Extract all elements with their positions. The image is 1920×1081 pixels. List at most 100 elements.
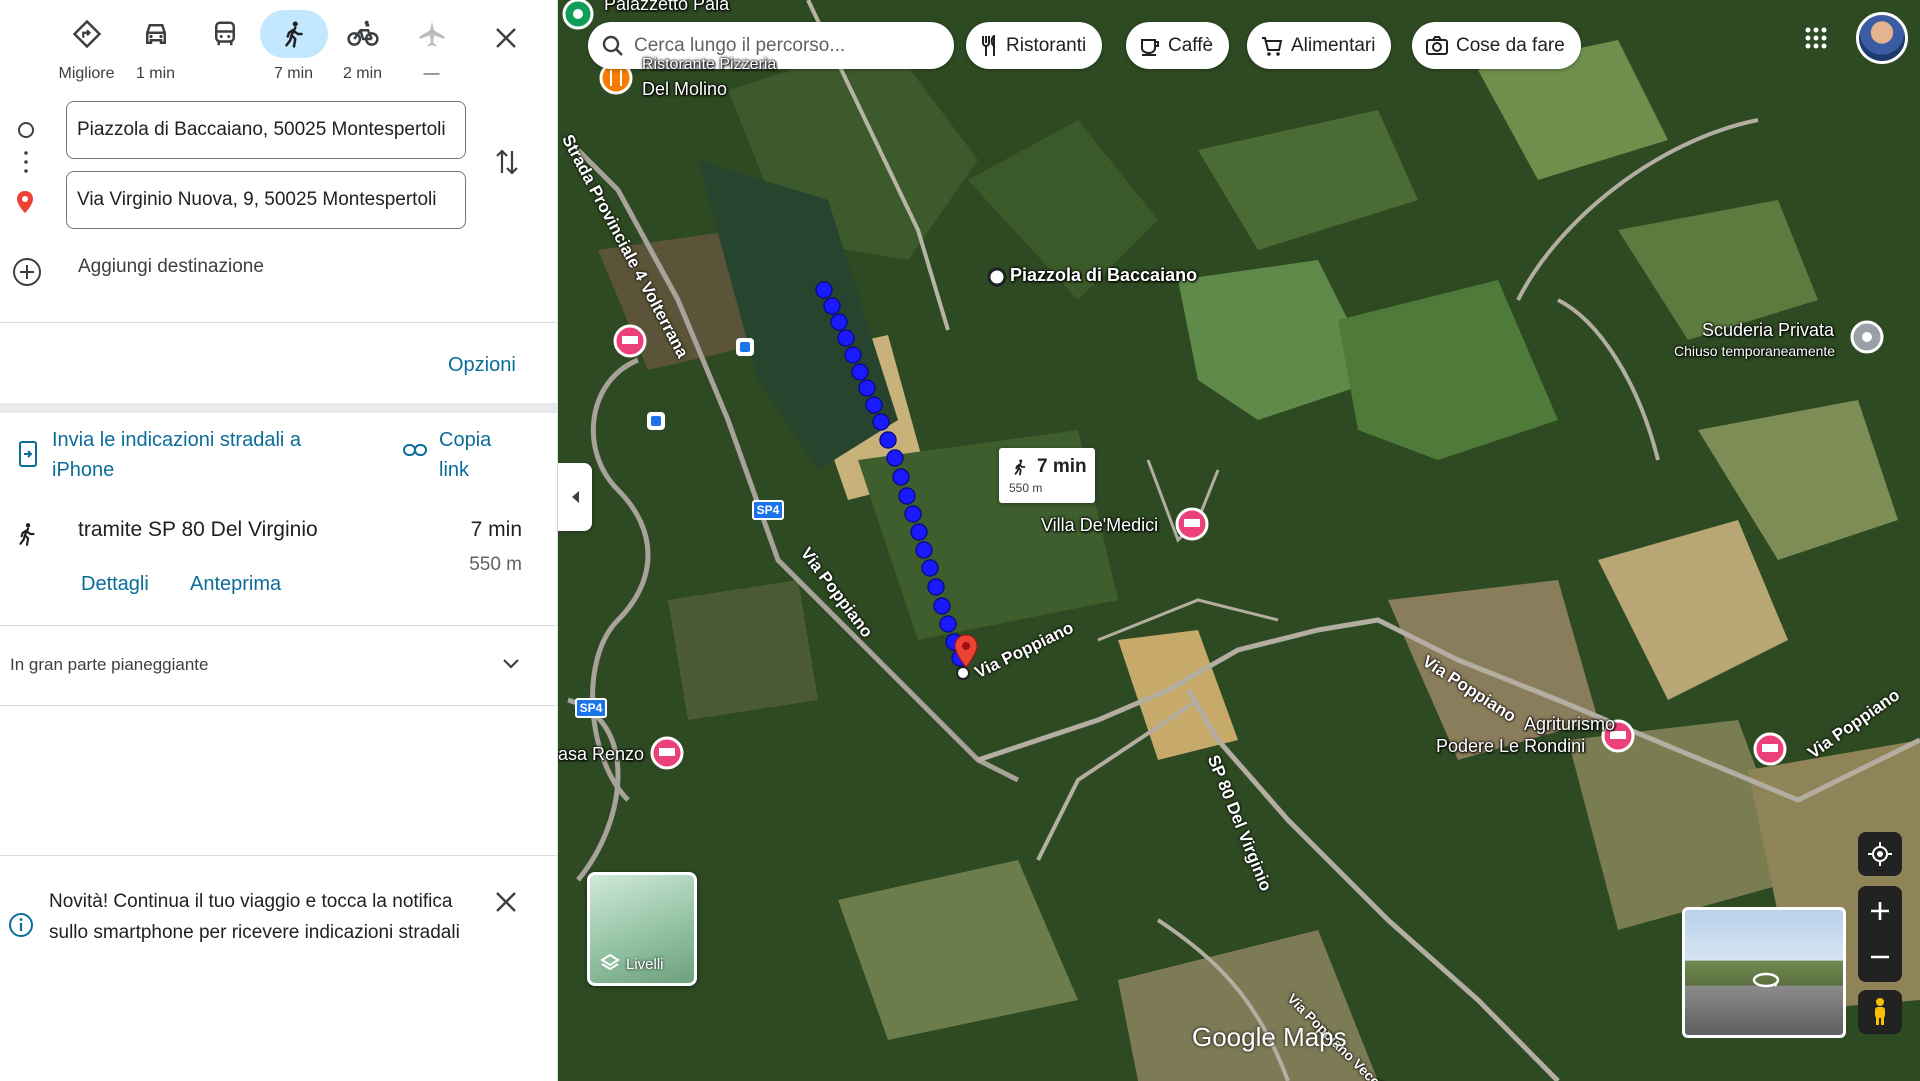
mode-walking-time: 7 min <box>273 65 314 82</box>
map-label-origin[interactable]: Piazzola di Baccaiano <box>1010 265 1197 286</box>
options-button[interactable]: Opzioni <box>448 354 516 377</box>
hotel-marker-icon[interactable] <box>1753 732 1787 766</box>
mode-flight[interactable]: — <box>397 10 466 83</box>
google-maps-logo: Google Maps <box>1192 1022 1347 1052</box>
rotate-icon <box>1752 972 1780 988</box>
cart-icon <box>1262 36 1283 56</box>
details-button[interactable]: Dettagli <box>81 573 149 596</box>
copy-link-button[interactable]: Copia link <box>439 425 519 485</box>
map-label-casa-renzo[interactable]: asa Renzo <box>558 744 644 765</box>
add-destination-button[interactable]: Aggiungi destinazione <box>78 256 264 278</box>
send-to-phone-icon <box>19 441 37 467</box>
pegman-button[interactable] <box>1858 990 1902 1034</box>
divider <box>0 855 557 856</box>
mode-best[interactable]: Migliore <box>52 10 121 83</box>
place-marker-icon[interactable] <box>1850 320 1884 354</box>
map-label-villa[interactable]: Villa De'Medici <box>1041 515 1158 536</box>
map-label-scuderia-status: Chiuso temporaneamente <box>1674 343 1836 359</box>
info-icon <box>9 913 33 937</box>
map-label-restaurant[interactable]: Del Molino <box>642 79 727 100</box>
more-vert-icon <box>24 151 28 173</box>
car-icon <box>145 24 166 44</box>
swap-locations-button[interactable] <box>487 142 527 182</box>
avatar[interactable] <box>1856 12 1908 64</box>
directions-panel: Migliore 1 min 7 min 2 min — Piazzola di… <box>0 0 558 1081</box>
dismiss-notice-button[interactable] <box>486 882 526 922</box>
street-view-thumbnail[interactable] <box>1682 907 1846 1038</box>
mode-bicycle-time: 2 min <box>342 65 383 82</box>
bus-stop-icon[interactable] <box>736 338 754 356</box>
mode-car[interactable]: 1 min <box>121 10 190 83</box>
divider <box>0 705 557 706</box>
destination-input[interactable]: Via Virginio Nuova, 9, 50025 Montesperto… <box>66 171 466 229</box>
mode-flight-time: — <box>423 65 440 82</box>
send-to-phone-link[interactable]: Invia le indicazioni stradali a iPhone <box>52 425 342 485</box>
walking-icon <box>19 523 35 546</box>
close-directions-button[interactable] <box>486 18 526 58</box>
camera-icon <box>1426 35 1448 55</box>
route-time-card[interactable]: 7 min 550 m <box>999 448 1095 503</box>
map-label-agriturismo[interactable]: Podere Le Rondini <box>1436 736 1585 757</box>
destination-pin-icon <box>17 191 33 213</box>
collapse-panel-button[interactable] <box>558 463 592 531</box>
chip-coffee[interactable]: Caffè <box>1126 22 1230 69</box>
mode-transit[interactable] <box>190 10 259 83</box>
arrow-left-icon <box>572 491 579 503</box>
origin-input[interactable]: Piazzola di Baccaiano, 50025 Montesperto… <box>66 101 466 159</box>
zoom-controls <box>1858 886 1902 982</box>
swap-vert-icon <box>496 149 518 175</box>
route-card-time: 7 min <box>1037 456 1087 477</box>
chip-groceries[interactable]: Alimentari <box>1247 22 1392 69</box>
map-label-scuderia[interactable]: Scuderia Privata <box>1702 320 1834 341</box>
restaurant-icon <box>982 34 995 56</box>
walking-icon <box>284 21 303 48</box>
travel-mode-bar: Migliore 1 min 7 min 2 min — <box>52 10 466 83</box>
layers-button[interactable]: Livelli <box>587 872 697 986</box>
chip-label: Cose da fare <box>1456 34 1565 56</box>
mode-bicycle[interactable]: 2 min <box>328 10 397 83</box>
hotel-marker-icon[interactable] <box>1175 507 1209 541</box>
route-destination-marker <box>956 666 970 680</box>
layers-label: Livelli <box>626 956 664 973</box>
chip-restaurants[interactable]: Ristoranti <box>966 22 1103 69</box>
plane-icon <box>419 21 444 47</box>
add-circle-icon[interactable] <box>12 257 42 287</box>
search-input[interactable] <box>634 34 934 57</box>
route-summary[interactable]: tramite SP 80 Del Virginio <box>78 518 318 542</box>
zoom-out-icon[interactable] <box>1858 934 1902 980</box>
mode-best-label: Migliore <box>58 65 115 82</box>
preview-button[interactable]: Anteprima <box>190 573 281 596</box>
origin-circle-icon <box>18 122 34 138</box>
apps-grid-icon[interactable] <box>1804 26 1828 50</box>
bicycle-icon <box>346 20 379 46</box>
place-marker-icon[interactable] <box>562 0 594 30</box>
notice-message: Novità! Continua il tuo viaggio e tocca … <box>49 891 460 943</box>
close-icon <box>496 892 516 912</box>
bus-stop-icon[interactable] <box>647 412 665 430</box>
map-canvas[interactable]: Ristoranti Caffè Alimentari Cose da fare… <box>558 0 1920 1081</box>
mode-walking[interactable]: 7 min <box>259 10 328 83</box>
my-location-icon <box>1868 842 1892 866</box>
route-time: 7 min <box>470 518 522 541</box>
chip-label: Caffè <box>1168 34 1214 56</box>
coffee-icon <box>1141 38 1159 56</box>
best-route-icon <box>72 19 101 49</box>
divider-thick <box>0 403 557 413</box>
layers-icon <box>600 953 620 971</box>
link-icon <box>403 444 427 456</box>
route-distance: 550 m <box>469 554 522 575</box>
route-card-distance: 550 m <box>1009 481 1043 495</box>
hotel-marker-icon[interactable] <box>613 324 647 358</box>
route-origin-marker[interactable] <box>987 267 1007 287</box>
my-location-button[interactable] <box>1858 832 1902 876</box>
chip-label: Alimentari <box>1291 34 1376 56</box>
map-label-palazzetto[interactable]: Palazzetto Pala <box>604 0 729 15</box>
zoom-in-icon[interactable] <box>1858 888 1902 934</box>
map-label-agriturismo[interactable]: Agriturismo <box>1524 714 1615 735</box>
map-label-restaurant[interactable]: Ristorante Pizzeria <box>642 56 776 74</box>
chevron-down-icon[interactable] <box>502 658 520 670</box>
hotel-marker-icon[interactable] <box>650 736 684 770</box>
chip-label: Ristoranti <box>1006 34 1087 56</box>
close-icon <box>496 28 516 48</box>
chip-things-to-do[interactable]: Cose da fare <box>1412 22 1581 69</box>
